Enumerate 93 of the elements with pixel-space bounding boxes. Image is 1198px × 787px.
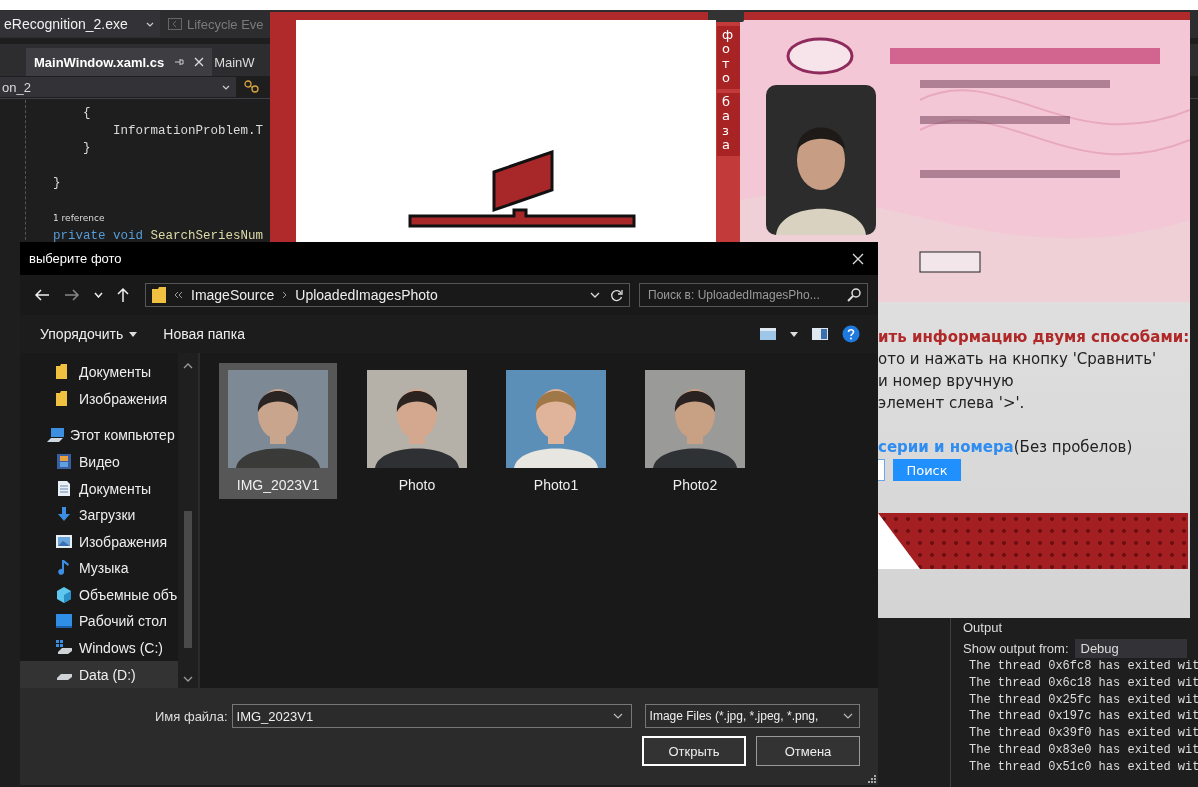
sidebar-item[interactable]: Музыка bbox=[20, 555, 178, 582]
output-line: The thread 0x6fc8 has exited wit bbox=[969, 658, 1198, 675]
sidebar-item[interactable]: Windows (C:) bbox=[20, 634, 178, 662]
scroll-up-icon bbox=[183, 363, 193, 369]
output-line: The thread 0x25fc has exited wit bbox=[969, 691, 1198, 709]
panel-title: Output bbox=[962, 619, 1004, 636]
document-tab[interactable]: MainW bbox=[212, 48, 257, 76]
organize-menu[interactable]: Упорядочить bbox=[34, 322, 144, 346]
file-name-label: Имя файла: bbox=[155, 708, 228, 724]
pin-icon[interactable] bbox=[174, 57, 185, 67]
resize-grip-icon bbox=[867, 774, 876, 783]
open-button[interactable]: Открыть bbox=[642, 736, 746, 766]
sidebar-item[interactable]: Изображения bbox=[20, 528, 178, 556]
file-item[interactable]: Photo2 bbox=[636, 363, 754, 499]
file-item[interactable]: Photo bbox=[358, 363, 476, 499]
cube-icon bbox=[56, 586, 73, 603]
refresh-icon[interactable] bbox=[610, 288, 623, 302]
instruction-text: ото и нажать на кнопку 'Сравнить' bbox=[878, 350, 1157, 370]
sidebar-item[interactable]: Data (D:) bbox=[20, 661, 178, 688]
caret-icon bbox=[146, 21, 154, 27]
class-icon bbox=[244, 80, 260, 94]
code-line: } bbox=[53, 175, 61, 192]
caret-icon[interactable] bbox=[790, 331, 798, 337]
sidebar-item[interactable]: Документы bbox=[20, 475, 178, 502]
sidebar-item[interactable]: Загрузки bbox=[20, 501, 178, 529]
drive-icon bbox=[56, 672, 73, 681]
chevron-icon[interactable] bbox=[612, 713, 623, 719]
file-name-input[interactable]: IMG_2023V1 bbox=[236, 708, 613, 724]
instruction-heading: ить информацию двумя способами: bbox=[878, 328, 1190, 348]
chevron-icon bbox=[842, 713, 853, 719]
overflow-icon[interactable] bbox=[174, 291, 183, 299]
instruction-text: элемент слева '>'. bbox=[878, 394, 1025, 414]
file-type-dropdown[interactable]: Image Files (*.jpg, *.jpeg, *.png, bbox=[644, 704, 860, 728]
search-field[interactable]: Поиск в: UploadedImagesPho... bbox=[639, 283, 868, 307]
back-icon[interactable] bbox=[34, 289, 50, 301]
breadcrumb[interactable]: UploadedImagesPhoto bbox=[295, 287, 438, 303]
codelens-text[interactable]: 1 reference bbox=[53, 210, 105, 228]
output-line: The thread 0x39f0 has exited wit bbox=[969, 725, 1198, 742]
output-line: The thread 0x6c18 has exited wit bbox=[969, 674, 1198, 692]
sidebar-item[interactable]: Этот компьютер bbox=[20, 422, 178, 449]
sidebar-item[interactable]: Видео bbox=[20, 448, 178, 476]
number-field[interactable] bbox=[878, 459, 885, 481]
image-icon bbox=[56, 533, 73, 550]
separator-icon bbox=[282, 291, 288, 299]
help-icon[interactable] bbox=[842, 325, 860, 343]
scroll-thumb[interactable] bbox=[184, 511, 192, 648]
file-item[interactable]: Photo1 bbox=[497, 363, 615, 499]
output-line: The thread 0x51c0 has exited wit bbox=[969, 758, 1198, 776]
caret-icon bbox=[129, 331, 138, 337]
breadcrumb[interactable]: ImageSource bbox=[191, 287, 275, 303]
search-icon bbox=[847, 288, 861, 302]
sidebar-item[interactable]: Рабочий стол bbox=[20, 608, 178, 635]
forward-icon[interactable] bbox=[64, 289, 80, 301]
computer-icon bbox=[47, 427, 64, 444]
side-tab[interactable]: фото bbox=[717, 26, 740, 90]
close-icon[interactable] bbox=[852, 252, 864, 265]
scrollbar[interactable] bbox=[178, 353, 198, 688]
address-bar[interactable]: ImageSource UploadedImagesPhoto bbox=[145, 283, 630, 307]
lifecycle-icon bbox=[168, 18, 182, 30]
code-line: private void SearchSeriesNum bbox=[53, 227, 264, 245]
sidebar-item[interactable]: Документы bbox=[20, 359, 178, 386]
up-icon[interactable] bbox=[117, 287, 129, 303]
document-tab[interactable]: MainWindow.xaml.cs bbox=[26, 48, 213, 76]
code-line: { bbox=[82, 105, 91, 122]
video-icon bbox=[56, 454, 73, 470]
cancel-button[interactable]: Отмена bbox=[756, 736, 860, 766]
chevron-icon[interactable] bbox=[590, 292, 600, 298]
output-line: The thread 0x197c has exited wit bbox=[969, 708, 1198, 726]
folder-icon bbox=[152, 287, 166, 303]
file-name-combobox[interactable]: IMG_2023V1 bbox=[231, 704, 632, 728]
code-line: } bbox=[82, 140, 91, 157]
output-source-label: Show output from: bbox=[963, 641, 1069, 656]
drive-icon bbox=[56, 640, 73, 657]
desktop-icon bbox=[56, 613, 73, 630]
search-hint-text: серии и номера(Без пробелов) bbox=[878, 438, 1133, 456]
dialog-title: выберите фото bbox=[29, 251, 122, 266]
preview-pane-icon[interactable] bbox=[812, 328, 828, 340]
drag-handle[interactable] bbox=[708, 10, 744, 22]
file-item[interactable]: IMG_2023V1 bbox=[219, 363, 337, 499]
output-line: The thread 0x83e0 has exited wit bbox=[969, 742, 1198, 759]
sidebar-item[interactable]: Изображения bbox=[20, 385, 178, 413]
side-tab[interactable]: база bbox=[717, 93, 740, 157]
caret-icon bbox=[222, 84, 230, 90]
close-icon[interactable] bbox=[194, 57, 205, 67]
document-icon bbox=[56, 480, 73, 497]
process-dropdown[interactable]: eRecognition_2.exe bbox=[0, 11, 160, 37]
scroll-down-icon bbox=[183, 676, 193, 682]
new-folder-button[interactable]: Новая папка bbox=[157, 322, 251, 346]
output-source-dropdown[interactable]: Debug bbox=[1074, 639, 1187, 658]
instruction-text: и номер вручную bbox=[878, 372, 1014, 392]
member-dropdown[interactable]: on_2 bbox=[0, 77, 236, 97]
code-line: InformationProblem.T bbox=[112, 122, 264, 140]
sidebar-item[interactable]: Объемные объ bbox=[20, 581, 178, 609]
